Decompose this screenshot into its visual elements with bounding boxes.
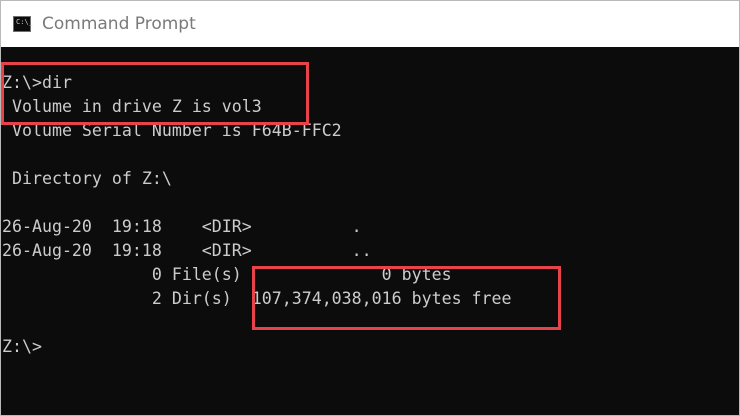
console-line-directory-of: Directory of Z:\ [2,169,172,188]
console-line-dir-entry-current: 26-Aug-20 19:18 <DIR> . [2,217,362,236]
console-line-prompt: Z:\> [2,337,42,356]
console-output[interactable]: Z:\>dir Volume in drive Z is vol3 Volume… [1,47,739,415]
cmd-console-icon: C:\_ [13,16,33,32]
highlight-box-free-space [252,266,561,330]
window-title: Command Prompt [42,14,196,34]
highlight-box-volume [1,62,309,125]
command-prompt-window: C:\_ Command Prompt Z:\>dir Volume in dr… [0,0,740,416]
title-bar[interactable]: C:\_ Command Prompt [1,1,739,47]
console-line-dir-entry-parent: 26-Aug-20 19:18 <DIR> .. [2,241,372,260]
cmd-icon-glyph: C:\_ [16,18,33,26]
